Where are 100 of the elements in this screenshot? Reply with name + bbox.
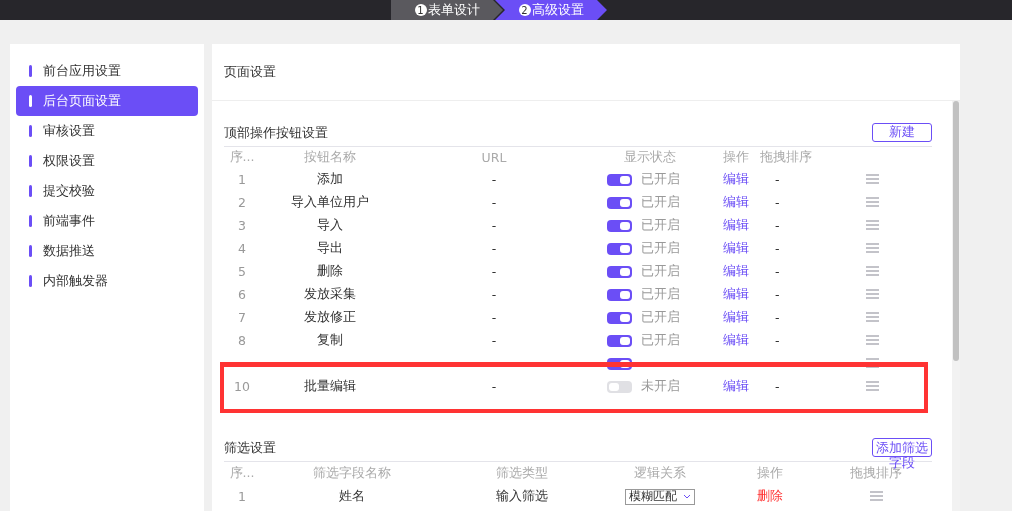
section-title: 筛选设置: [224, 440, 276, 457]
marker-bar-icon: [29, 125, 32, 137]
drag-handle-icon[interactable]: [865, 266, 879, 276]
edit-link[interactable]: 编辑: [712, 332, 760, 349]
section-title: 顶部操作按钮设置: [224, 125, 328, 142]
scrollbar-thumb[interactable]: [953, 101, 959, 361]
toggle-switch[interactable]: [607, 288, 632, 301]
table-cell-text: -: [774, 310, 781, 325]
column-header: 序...: [228, 149, 256, 166]
column-header: 显示状态: [623, 149, 677, 166]
column-header: 筛选字段名称: [312, 465, 392, 482]
table-cell-text: 导出: [316, 240, 344, 257]
column-header: 操作: [756, 465, 784, 482]
drag-handle-icon[interactable]: [865, 220, 879, 230]
table-cell-text: 1: [237, 172, 247, 187]
marker-bar-icon: [29, 95, 32, 107]
drag-handle-icon[interactable]: [869, 491, 883, 501]
edit-link[interactable]: 编辑: [712, 309, 760, 326]
table-cell-text: 3: [237, 218, 247, 233]
table-cell-text: -: [490, 195, 498, 210]
column-header: 操作: [722, 149, 750, 166]
drag-handle-icon[interactable]: [865, 243, 879, 253]
caret-icon: [683, 494, 691, 500]
new-button[interactable]: 新建: [872, 123, 932, 142]
sidebar-item[interactable]: 提交校验: [16, 176, 198, 206]
step-tab[interactable]: 1 表单设计: [391, 0, 503, 20]
column-header: 拖拽排序: [760, 149, 812, 166]
table-cell-text: 4: [237, 241, 247, 256]
status-text: 已开启: [641, 217, 680, 234]
toggle-switch[interactable]: [607, 380, 632, 393]
table-cell-text: -: [490, 218, 498, 233]
marker-bar-icon: [29, 155, 32, 167]
table-cell-text: -: [774, 241, 781, 256]
step-tab[interactable]: 2 高级设置: [495, 0, 607, 20]
table-cell-text: -: [774, 172, 781, 187]
sidebar-item[interactable]: 后台页面设置: [16, 86, 198, 116]
toggle-switch[interactable]: [607, 311, 632, 324]
marker-bar-icon: [29, 185, 32, 197]
table-cell-text: -: [774, 379, 781, 394]
table-cell-text: -: [490, 264, 498, 279]
logic-dropdown[interactable]: 模糊匹配: [625, 488, 695, 505]
table-cell-text: 导入: [316, 217, 344, 234]
table-cell-text: -: [490, 287, 498, 302]
edit-link[interactable]: 编辑: [712, 171, 760, 188]
toggle-switch[interactable]: [607, 334, 632, 347]
table-cell-text: -: [774, 195, 781, 210]
sidebar-item[interactable]: 审核设置: [16, 116, 198, 146]
status-text: 未开启: [641, 378, 680, 395]
status-text: 已开启: [641, 171, 680, 188]
drag-handle-icon[interactable]: [865, 289, 879, 299]
status-text: 已开启: [641, 194, 680, 211]
drag-handle-icon[interactable]: [865, 381, 879, 391]
table-cell-text: -: [490, 379, 498, 394]
table-cell-text: 删除: [316, 263, 344, 280]
table-cell-text: 姓名: [338, 488, 366, 505]
sidebar-item[interactable]: 前端事件: [16, 206, 198, 236]
drag-handle-icon[interactable]: [865, 358, 879, 368]
marker-bar-icon: [29, 245, 32, 257]
table-cell-text: 8: [237, 333, 247, 348]
table-cell-text: 5: [237, 264, 247, 279]
page-title: 页面设置: [224, 63, 276, 81]
edit-link[interactable]: 编辑: [712, 240, 760, 257]
table-cell-text: 2: [237, 195, 247, 210]
column-header: 序...: [228, 465, 256, 482]
sidebar-item[interactable]: 前台应用设置: [16, 56, 198, 86]
toggle-switch[interactable]: [607, 242, 632, 255]
sidebar-item[interactable]: 权限设置: [16, 146, 198, 176]
drag-handle-icon[interactable]: [865, 197, 879, 207]
table-cell-text: 复制: [316, 332, 344, 349]
status-text: 已开启: [641, 332, 680, 349]
marker-bar-icon: [29, 275, 32, 287]
table-cell-text: -: [490, 333, 498, 348]
marker-bar-icon: [29, 65, 32, 77]
table-cell-text: -: [774, 264, 781, 279]
edit-link[interactable]: 编辑: [712, 286, 760, 303]
sidebar-item[interactable]: 内部触发器: [16, 266, 198, 296]
table-cell-text: 7: [237, 310, 247, 325]
drag-handle-icon[interactable]: [865, 335, 879, 345]
status-text: 已开启: [641, 286, 680, 303]
edit-link[interactable]: 编辑: [712, 378, 760, 395]
table-cell-text: -: [490, 172, 498, 187]
edit-link[interactable]: 编辑: [712, 217, 760, 234]
toggle-switch[interactable]: [607, 196, 632, 209]
table-cell-text: 批量编辑: [303, 378, 357, 395]
toggle-switch[interactable]: [607, 173, 632, 186]
table-cell-text: 6: [237, 287, 247, 302]
delete-link[interactable]: 删除: [720, 488, 820, 505]
drag-handle-icon[interactable]: [865, 312, 879, 322]
table-cell-text: -: [774, 218, 781, 233]
edit-link[interactable]: 编辑: [712, 194, 760, 211]
status-text: 已开启: [641, 263, 680, 280]
sidebar-item[interactable]: 数据推送: [16, 236, 198, 266]
drag-handle-icon[interactable]: [865, 174, 879, 184]
column-header: 筛选类型: [495, 465, 549, 482]
status-text: 已开启: [641, 240, 680, 257]
edit-link[interactable]: 编辑: [712, 263, 760, 280]
table-cell-text: 10: [233, 379, 251, 394]
toggle-switch[interactable]: [607, 265, 632, 278]
toggle-switch[interactable]: [607, 219, 632, 232]
column-header: 逻辑关系: [633, 465, 687, 482]
